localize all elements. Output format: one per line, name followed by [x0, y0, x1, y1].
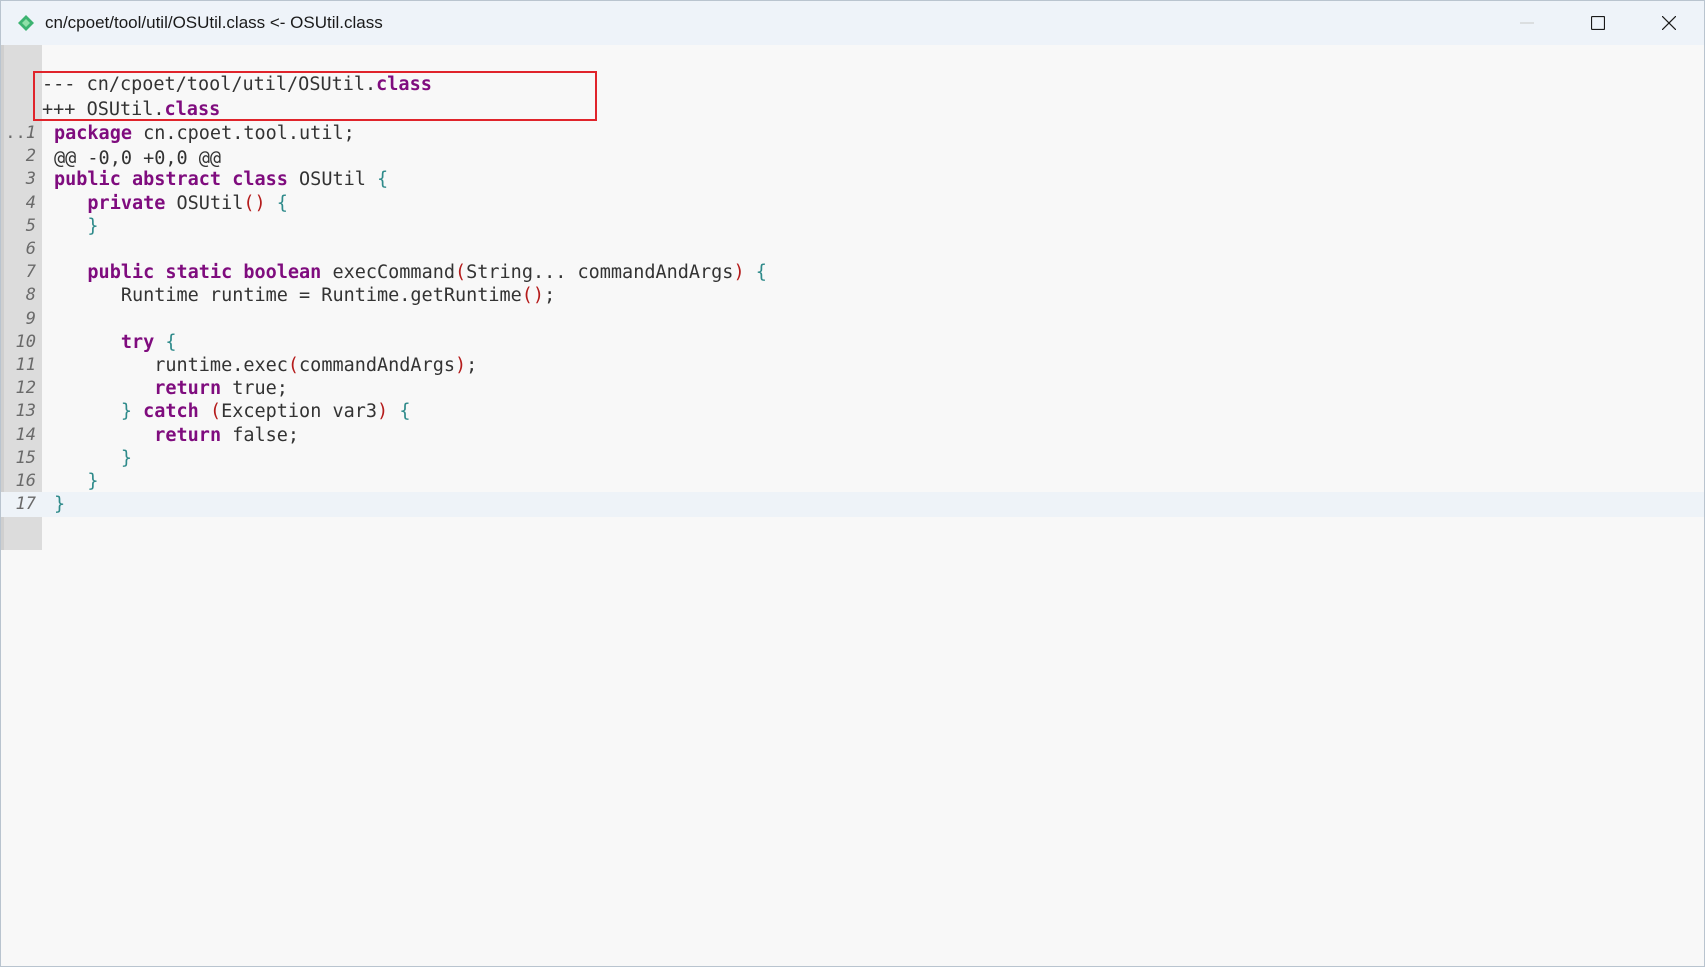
code-line: 5 }	[1, 214, 1704, 239]
diff-window: cn/cpoet/tool/util/OSUtil.class <- OSUti…	[0, 0, 1705, 967]
code-text: }	[87, 471, 99, 492]
code-line: 4 private OSUtil() {	[1, 191, 1704, 216]
code-line: 10 try {	[1, 330, 1704, 355]
code-text: runtime.exec(commandAndArgs);	[54, 355, 478, 376]
window-title: cn/cpoet/tool/util/OSUtil.class <- OSUti…	[45, 13, 383, 32]
line-number: 15	[15, 447, 36, 468]
code-line: 12 return true;	[1, 376, 1704, 401]
title-bar[interactable]: cn/cpoet/tool/util/OSUtil.class <- OSUti…	[1, 1, 1704, 45]
line-number: 10	[15, 331, 36, 352]
code-text: public static boolean execCommand(String…	[87, 262, 767, 284]
code-text: }	[120, 447, 132, 469]
code-text: package cn.cpoet.tool.util;	[54, 123, 355, 144]
code-text: }	[54, 494, 66, 516]
code-line: 16 }	[1, 469, 1704, 494]
code-line: 13 } catch (Exception var3) {	[1, 399, 1704, 424]
code-line: 11 runtime.exec(commandAndArgs);	[1, 353, 1704, 378]
code-text: }	[87, 215, 99, 237]
code-line: 15 }	[1, 446, 1704, 471]
line-number: 11	[15, 355, 36, 375]
code-line: 6	[1, 237, 1704, 262]
line-number: 1	[25, 123, 36, 143]
code-line: 8 Runtime runtime = Runtime.getRuntime()…	[1, 283, 1704, 308]
code-text: return true;	[154, 378, 288, 400]
line-number: 16	[15, 471, 36, 491]
code-line: 9	[1, 307, 1704, 332]
diff-header-minus: --- cn/cpoet/tool/util/OSUtil.class	[42, 74, 432, 95]
code-text: Runtime runtime = Runtime.getRuntime();	[54, 285, 556, 307]
code-text: } catch (Exception var3) {	[120, 401, 411, 423]
code-line: 3 public abstract class OSUtil {	[1, 167, 1704, 192]
code-text: public abstract class OSUtil {	[54, 169, 389, 191]
line-number: 17	[15, 494, 36, 515]
line-number: 6	[25, 239, 36, 259]
diff-app-icon	[18, 15, 34, 31]
code-line: 7 public static boolean execCommand(Stri…	[1, 260, 1704, 285]
close-button[interactable]	[1633, 1, 1704, 45]
diff-editor[interactable]: --- cn/cpoet/tool/util/OSUtil.class +++ …	[1, 45, 1704, 966]
highlight-annotation-box	[33, 71, 597, 121]
line-number: 2	[25, 146, 36, 167]
line-number: 4	[25, 192, 36, 213]
line-number: 7	[25, 262, 36, 283]
code-text: private OSUtil() {	[87, 192, 288, 214]
line-number: 14	[15, 424, 36, 445]
window-controls	[1491, 1, 1704, 45]
line-number: 9	[25, 308, 36, 329]
code-line: 1 package cn.cpoet.tool.util;	[1, 121, 1704, 146]
line-number: 12	[15, 378, 36, 399]
code-line: 2	[1, 144, 1704, 169]
close-icon	[1661, 16, 1676, 30]
minimize-icon	[1519, 22, 1534, 24]
line-number: 13	[15, 401, 36, 422]
code-line: 17}	[1, 492, 1704, 518]
maximize-button[interactable]	[1562, 1, 1633, 45]
line-number: 3	[25, 169, 36, 190]
line-number: 8	[25, 285, 36, 306]
line-number: 5	[25, 215, 36, 236]
minimize-button[interactable]	[1491, 1, 1562, 45]
code-text: try {	[120, 331, 177, 353]
code-line: 14 return false;	[1, 423, 1704, 448]
maximize-icon	[1590, 16, 1605, 30]
code-text: return false;	[154, 424, 300, 446]
